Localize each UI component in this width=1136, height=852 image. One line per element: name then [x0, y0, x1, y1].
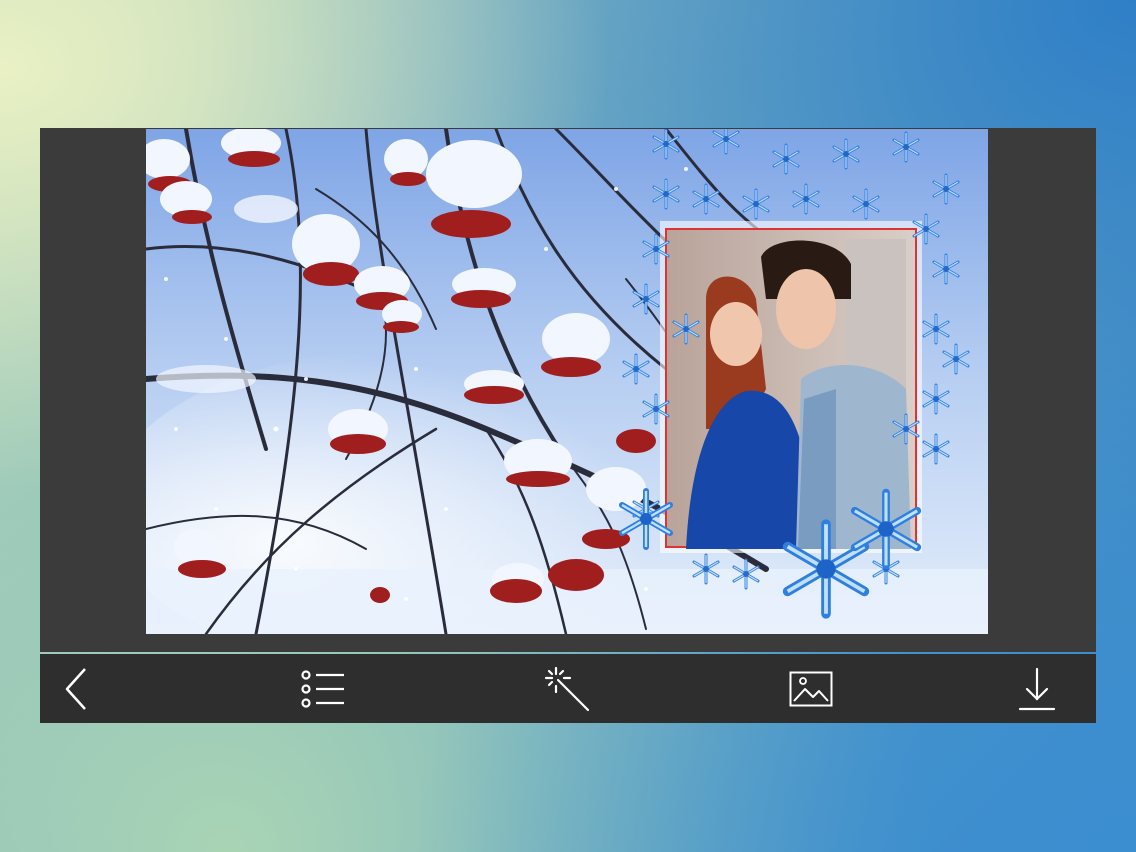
back-button[interactable] — [52, 664, 102, 714]
photo-canvas[interactable] — [146, 129, 988, 634]
effects-button[interactable] — [542, 664, 592, 714]
list-icon — [301, 670, 344, 708]
frames-list-button[interactable] — [298, 664, 348, 714]
image-icon — [789, 671, 833, 707]
download-icon — [1018, 667, 1056, 711]
gallery-button[interactable] — [786, 664, 836, 714]
bottom-toolbar — [40, 654, 1096, 723]
magic-wand-icon — [544, 666, 590, 712]
editor-panel — [40, 128, 1096, 652]
download-button[interactable] — [1012, 664, 1062, 714]
chevron-left-icon — [65, 668, 86, 710]
winter-scene-image — [146, 129, 988, 634]
